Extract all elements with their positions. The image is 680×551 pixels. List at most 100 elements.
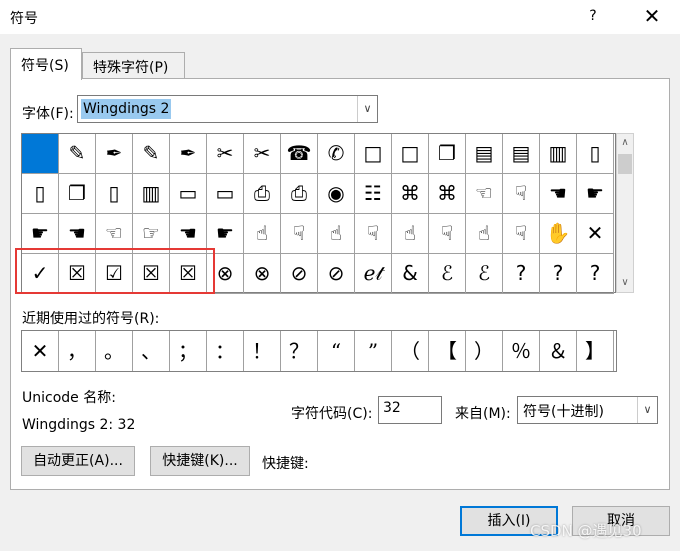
symbol-cell[interactable] <box>22 134 59 174</box>
symbol-cell[interactable]: ☝ <box>318 214 355 254</box>
chevron-down-icon[interactable]: ∨ <box>637 397 657 423</box>
help-button[interactable]: ? <box>583 8 603 24</box>
symbol-cell[interactable]: ✂ <box>244 134 281 174</box>
recent-symbol-cell[interactable]: 。 <box>96 331 133 371</box>
symbol-cell[interactable]: ☒ <box>170 254 207 294</box>
symbol-cell[interactable]: ☷ <box>355 174 392 214</box>
symbol-cell[interactable]: ▭ <box>170 174 207 214</box>
symbol-cell[interactable]: ✓ <box>22 254 59 294</box>
symbol-cell[interactable]: ☚ <box>540 174 577 214</box>
symbol-cell[interactable]: ⎙ <box>244 174 281 214</box>
symbol-cell[interactable]: ℯ𝓉 <box>355 254 392 294</box>
symbol-cell[interactable]: ✆ <box>318 134 355 174</box>
symbol-cell[interactable]: ✋ <box>540 214 577 254</box>
symbol-cell[interactable]: ⌘ <box>429 174 466 214</box>
symbol-cell[interactable]: ☝ <box>244 214 281 254</box>
symbol-cell[interactable]: ❐ <box>59 174 96 214</box>
close-button[interactable]: ✕ <box>640 4 664 28</box>
recent-symbol-cell[interactable]: “ <box>318 331 355 371</box>
char-code-label: 字符代码(C): <box>291 406 373 422</box>
symbol-cell[interactable]: ☒ <box>59 254 96 294</box>
symbol-cell[interactable]: ☛ <box>577 174 614 214</box>
symbol-cell[interactable]: ✕ <box>577 214 614 254</box>
symbol-cell[interactable]: ⌘ <box>392 174 429 214</box>
shortcut-key-button[interactable]: 快捷键(K)... <box>150 446 250 476</box>
symbol-cell[interactable]: ☟ <box>503 174 540 214</box>
recent-symbol-cell[interactable]: 【 <box>429 331 466 371</box>
symbol-cell[interactable]: ☛ <box>22 214 59 254</box>
symbol-cell[interactable]: ✂ <box>207 134 244 174</box>
recent-symbol-cell[interactable]: 、 <box>133 331 170 371</box>
recent-symbol-cell[interactable]: ： <box>207 331 244 371</box>
symbol-cell[interactable]: ▥ <box>133 174 170 214</box>
symbol-cell[interactable]: ☜ <box>96 214 133 254</box>
recent-symbol-cell[interactable]: 】 <box>577 331 614 371</box>
recent-symbols-grid: ✕，。、；：！？ “” （【）％＆】 <box>21 330 617 372</box>
symbol-cell[interactable]: □ <box>392 134 429 174</box>
recent-symbol-cell[interactable]: ！ <box>244 331 281 371</box>
symbol-cell[interactable]: ☚ <box>170 214 207 254</box>
symbol-cell[interactable]: ☛ <box>207 214 244 254</box>
recent-symbol-cell[interactable]: ＆ <box>540 331 577 371</box>
symbol-cell[interactable]: ▤ <box>466 134 503 174</box>
char-code-input[interactable]: 32 <box>378 396 442 424</box>
symbol-cell[interactable]: ? <box>503 254 540 294</box>
recent-symbol-cell[interactable]: ， <box>59 331 96 371</box>
symbol-grid-scrollbar[interactable]: ∧ ∨ <box>616 133 634 293</box>
from-select[interactable]: 符号(十进制) ∨ <box>517 396 658 424</box>
recent-symbol-cell[interactable]: ✕ <box>22 331 59 371</box>
symbol-cell[interactable]: ☜ <box>466 174 503 214</box>
recent-symbol-cell[interactable]: ％ <box>503 331 540 371</box>
tab-special-characters[interactable]: 特殊字符(P) <box>82 52 185 78</box>
symbol-cell[interactable]: ⊘ <box>281 254 318 294</box>
from-label: 来自(M): <box>455 406 511 422</box>
symbol-cell[interactable]: ☝ <box>466 214 503 254</box>
symbol-cell[interactable]: ❐ <box>429 134 466 174</box>
symbol-cell[interactable]: ☟ <box>429 214 466 254</box>
tab-symbols[interactable]: 符号(S) <box>10 48 82 80</box>
recent-symbol-cell[interactable]: ； <box>170 331 207 371</box>
scrollbar-thumb[interactable] <box>618 154 632 174</box>
symbol-cell[interactable]: ▯ <box>577 134 614 174</box>
symbol-cell[interactable]: ☟ <box>355 214 392 254</box>
recent-symbol-cell[interactable]: （ <box>392 331 429 371</box>
scroll-up-icon[interactable]: ∧ <box>617 134 633 152</box>
symbol-cell[interactable]: ✎ <box>133 134 170 174</box>
symbol-cell[interactable]: ? <box>540 254 577 294</box>
recent-symbol-cell[interactable]: ” <box>355 331 392 371</box>
symbol-cell[interactable]: ☎ <box>281 134 318 174</box>
autocorrect-button[interactable]: 自动更正(A)... <box>21 446 135 476</box>
symbol-cell[interactable]: ℰ <box>466 254 503 294</box>
symbol-cell[interactable]: ▥ <box>540 134 577 174</box>
symbol-cell[interactable]: ▯ <box>22 174 59 214</box>
symbol-cell[interactable]: ✎ <box>59 134 96 174</box>
font-select[interactable]: Wingdings 2 ∨ <box>77 95 378 123</box>
symbol-cell[interactable]: ☟ <box>281 214 318 254</box>
symbol-cell[interactable]: ⎙ <box>281 174 318 214</box>
symbol-cell[interactable]: ☑ <box>96 254 133 294</box>
recent-symbol-cell[interactable]: ？ <box>281 331 318 371</box>
symbol-cell[interactable]: ▭ <box>207 174 244 214</box>
symbol-cell[interactable]: □ <box>355 134 392 174</box>
symbol-cell[interactable]: & <box>392 254 429 294</box>
symbol-cell[interactable]: ▤ <box>503 134 540 174</box>
symbol-cell[interactable]: ▯ <box>96 174 133 214</box>
symbol-cell[interactable]: ⊗ <box>244 254 281 294</box>
symbol-cell[interactable]: ☟ <box>503 214 540 254</box>
symbol-cell[interactable]: ? <box>577 254 614 294</box>
symbol-cell[interactable]: ◉ <box>318 174 355 214</box>
recent-symbol-cell[interactable]: ） <box>466 331 503 371</box>
symbol-cell[interactable]: ☒ <box>133 254 170 294</box>
symbol-cell[interactable]: ✒ <box>170 134 207 174</box>
symbol-cell[interactable]: ✒ <box>96 134 133 174</box>
symbol-cell[interactable]: ☚ <box>59 214 96 254</box>
symbol-cell[interactable]: ℰ <box>429 254 466 294</box>
unicode-name-value: Wingdings 2: 32 <box>22 417 136 433</box>
symbol-cell[interactable]: ⊗ <box>207 254 244 294</box>
shortcut-label: 快捷键: <box>262 456 309 472</box>
symbol-cell[interactable]: ⊘ <box>318 254 355 294</box>
symbol-cell[interactable]: ☞ <box>133 214 170 254</box>
symbol-cell[interactable]: ☝ <box>392 214 429 254</box>
scroll-down-icon[interactable]: ∨ <box>617 274 633 292</box>
chevron-down-icon[interactable]: ∨ <box>357 96 377 122</box>
